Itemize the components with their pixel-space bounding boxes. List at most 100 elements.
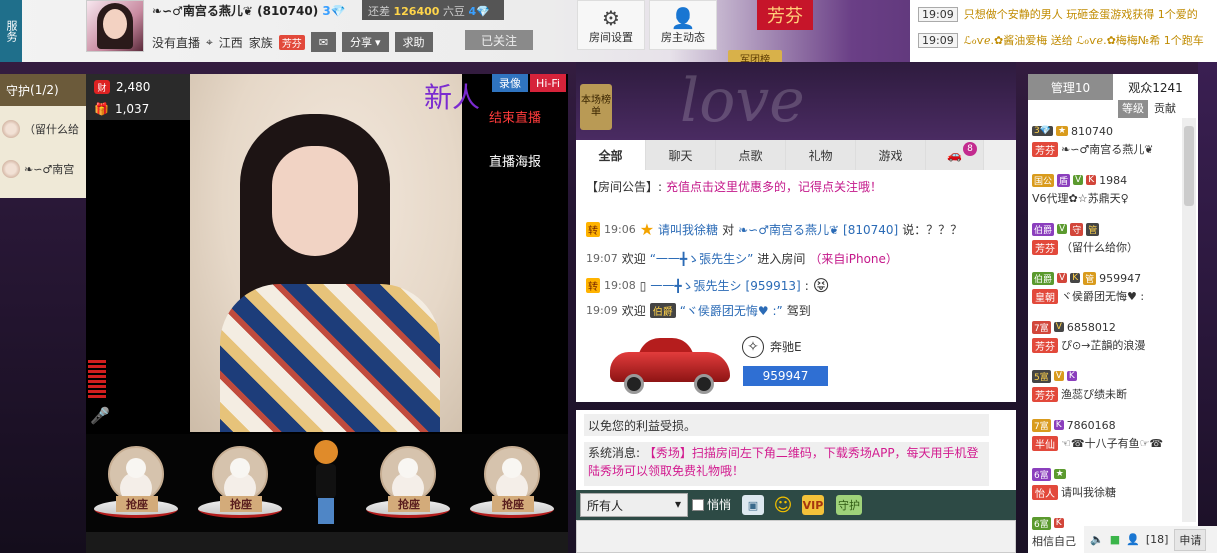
user-sort: 等级 贡献 [1118,100,1180,118]
host-name[interactable]: ❧∽♂南宫る燕儿❦ [152,4,253,18]
whisper-checkbox[interactable] [692,498,704,511]
apply-mic-button[interactable]: 申请 [1174,528,1207,551]
emoji-icon: 😝 [812,276,830,295]
user-row[interactable]: 伯爵 V K 管 959947 皇朝 ヾ侯爵团无悔♥ : [1032,269,1182,309]
mercedes-logo-icon: ✧ [742,336,764,358]
welcome-name[interactable]: “一一╋ゝ張先生シ” [650,250,754,267]
fan-club-badge[interactable]: 芳芬 [757,0,813,30]
guard-avatar [2,120,20,138]
image-icon[interactable]: ▣ [742,495,764,515]
whisper-toggle[interactable]: 悄悄 [692,496,731,513]
user-row-badges: 3💎 ★ 810740 [1032,122,1182,140]
recipient-value: 所有人 [587,499,624,513]
user-name[interactable]: ぴ⊙→芷韻的浪漫 [1061,337,1145,353]
user-name[interactable]: ☜☎十八子有鱼☞☎ [1061,435,1163,451]
vip-emoji-button[interactable]: VIP [802,495,824,515]
tab-cars[interactable]: 🚗 8 [926,140,984,170]
help-button[interactable]: 求助 [394,32,433,52]
star-icon: ★ [639,220,655,239]
seat[interactable]: 抢座 [90,442,180,526]
message-sender[interactable]: 请叫我徐糖 [658,221,718,238]
tab-games[interactable]: 游戏 [856,140,926,170]
guard-row[interactable]: ❧∽♂南宫 [0,154,86,184]
seat[interactable]: 抢座 [194,442,284,526]
service-tab[interactable]: 服务 [0,0,22,62]
user-name[interactable]: 渔蕊ぴ绩未断 [1061,386,1127,402]
hifi-button[interactable]: Hi-Fi [530,74,566,92]
host-avatar[interactable] [86,0,144,52]
microphone-icon[interactable]: 🎤 [90,406,110,428]
mail-icon: ✉ [318,35,329,49]
recipient-select[interactable]: 所有人 ▾ [580,493,688,517]
car-owner-id[interactable]: 959947 [743,366,828,386]
family-badge[interactable]: 芳芬 [278,34,305,50]
welcome-action: 进入房间 [757,252,806,266]
welcome-name[interactable]: “ヾ侯爵团无悔♥ :” [680,302,783,319]
record-button[interactable]: 录像 [492,74,528,92]
host-news-button[interactable]: 👤 房主动态 [649,0,717,50]
system-line: 以免您的利益受损。 [584,414,989,436]
user-badge: K [1070,273,1081,283]
grab-seat-button[interactable]: 抢座 [116,496,158,512]
user-row[interactable]: 国公盾 V K 1984 V6代理✿☆苏鼎天♀ [1032,171,1182,211]
user-name[interactable]: 相信自己 [1032,533,1076,549]
wealth-icon: 财 [94,80,110,94]
grab-seat-button[interactable]: 抢座 [388,496,430,512]
grab-seat-button[interactable]: 抢座 [492,496,534,512]
user-name[interactable]: 请叫我徐糖 [1061,484,1116,500]
follow-button[interactable]: 已关注 [465,30,533,50]
system-messages: 以免您的利益受损。 系统消息: 【秀场】扫描房间左下角二维码，下载秀场APP，每… [576,410,1016,490]
forward-tag[interactable]: 转 [586,278,600,293]
sort-by-level[interactable]: 等级 [1118,100,1148,118]
user-name[interactable]: ❧∽♂南宫る燕儿❦ [1061,141,1154,157]
tab-gifts[interactable]: 礼物 [786,140,856,170]
host-info-row: 没有直播 ⌖ 江西 家族 芳芬 ✉ 分享 ▾ 求助 [152,32,433,52]
scrollbar-thumb[interactable] [1184,126,1194,206]
user-row[interactable]: 6富 ★ 怡人 请叫我徐糖 [1032,465,1182,505]
live-video[interactable] [190,74,462,432]
user-family-badge: 半仙 [1032,435,1058,451]
ticker-text[interactable]: 只想做个安静的男人 玩砸金蛋游戏获得 1个爱的 [964,6,1198,22]
guard-row[interactable]: （留什么给 [0,114,86,144]
tab-songs[interactable]: 点歌 [716,140,786,170]
guard-header[interactable]: 守护 (1/2) [0,74,86,106]
tab-admins[interactable]: 管理10 [1028,74,1113,100]
user-row[interactable]: 7富 K 7860168 半仙 ☜☎十八子有鱼☞☎ [1032,416,1182,456]
live-poster-button[interactable]: 直播海报 [462,142,568,178]
user-row[interactable]: 5富 V K 芳芬 渔蕊ぴ绩未断 [1032,367,1182,407]
guard-emoji-button[interactable]: 守护 [836,495,862,515]
grab-seat-button[interactable]: 抢座 [220,496,262,512]
user-row[interactable]: 伯爵 V 守管芳芬 （留什么给你） [1032,220,1182,260]
message-sender-id: [959913] [745,278,801,293]
user-name[interactable]: V6代理✿☆苏鼎天♀ [1032,190,1129,206]
wealth-stat: 财 2,480 [94,80,150,94]
mail-button[interactable]: ✉ [310,32,337,52]
announcement-link[interactable]: 充值点击这里优惠多的，记得点关注哦！ [666,178,882,195]
user-name[interactable]: ヾ侯爵团无悔♥ : [1061,288,1144,304]
forward-tag[interactable]: 转 [586,222,600,237]
user-id: 7860168 [1066,418,1116,432]
user-row[interactable]: 3💎 ★ 810740 芳芬 ❧∽♂南宫る燕儿❦ [1032,122,1182,162]
message-sender[interactable]: 一一╋ゝ張先生シ [650,277,741,294]
ticker-text[interactable]: ℒℴѵℯ.✿酱油爱梅 送给 ℒℴѵℯ.✿梅梅№希 1个跑车 [964,32,1204,48]
message-target[interactable]: ❧∽♂南宫る燕儿❦ [738,221,839,238]
tab-audience[interactable]: 观众1241 [1113,74,1198,100]
user-list-scrollbar[interactable] [1182,118,1196,522]
room-settings-button[interactable]: ⚙ 房间设置 [577,0,645,50]
tab-all[interactable]: 全部 [576,140,646,170]
seat[interactable]: 抢座 [466,442,556,526]
message-input[interactable] [576,520,1016,553]
seat[interactable]: 抢座 [362,442,452,526]
share-button[interactable]: 分享 ▾ [342,32,389,52]
tab-chat[interactable]: 聊天 [646,140,716,170]
user-badge: 6富 [1032,516,1051,530]
user-badge: V [1053,371,1064,381]
user-name[interactable]: （留什么给你） [1061,239,1138,255]
emoji-icon[interactable]: ☺ [772,495,794,516]
volume-icon[interactable]: 🔈 [1090,533,1104,546]
system-notice-link[interactable]: 【秀场】扫描房间左下角二维码，下载秀场APP，每天用手机登陆秀场可以领取免费礼物… [588,446,979,478]
user-row[interactable]: 7富 V 6858012 芳芬 ぴ⊙→芷韻的浪漫 [1032,318,1182,358]
end-live-button[interactable]: 结束直播 [462,98,568,134]
session-rank-button[interactable]: 本场榜单 [580,84,612,130]
sort-by-contribution[interactable]: 贡献 [1150,100,1180,118]
